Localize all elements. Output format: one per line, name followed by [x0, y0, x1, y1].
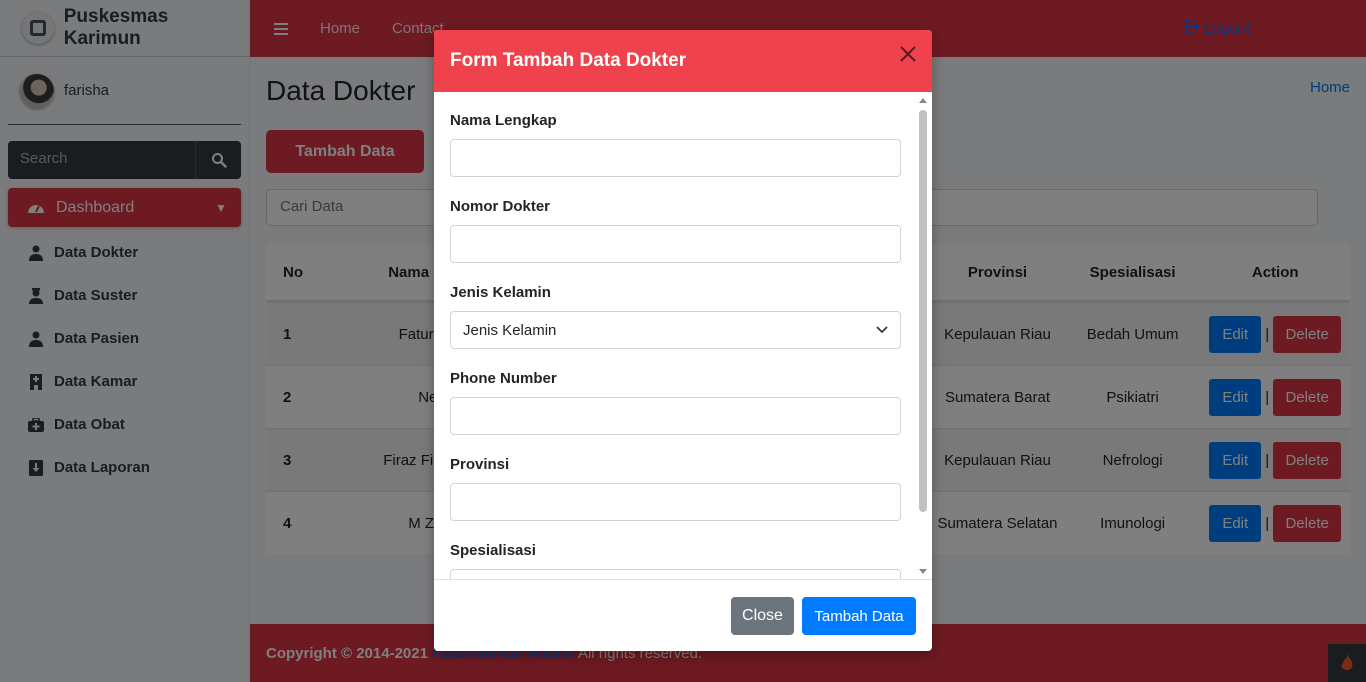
spesialisasi-label: Spesialisasi: [450, 542, 536, 559]
nama-input[interactable]: [450, 139, 901, 177]
nomor-input[interactable]: [450, 225, 901, 263]
form-group-nomor: Nomor Dokter: [450, 198, 901, 263]
close-button[interactable]: Close: [731, 597, 794, 635]
modal-footer: Close Tambah Data: [434, 581, 932, 651]
modal-title: Form Tambah Data Dokter: [450, 50, 687, 71]
jenis-kelamin-value: Jenis Kelamin: [463, 321, 557, 339]
nama-label: Nama Lengkap: [450, 112, 557, 129]
modal-scrollbar[interactable]: [917, 92, 929, 580]
form-group-provinsi: Provinsi: [450, 456, 901, 521]
chevron-down-icon: [876, 326, 888, 334]
scroll-up-icon[interactable]: [919, 98, 927, 103]
jenis-label: Jenis Kelamin: [450, 284, 551, 301]
modal-body: Nama Lengkap Nomor Dokter Jenis Kelamin …: [434, 92, 932, 580]
form-group-phone: Phone Number: [450, 370, 901, 435]
spesialisasi-input[interactable]: [450, 569, 901, 579]
jenis-kelamin-select[interactable]: Jenis Kelamin: [450, 311, 901, 349]
scroll-thumb[interactable]: [919, 110, 927, 512]
nomor-label: Nomor Dokter: [450, 198, 551, 215]
add-doctor-modal: Form Tambah Data Dokter Nama Lengkap Nom…: [434, 30, 932, 651]
provinsi-input[interactable]: [450, 483, 901, 521]
form-group-nama: Nama Lengkap: [450, 112, 901, 177]
close-icon[interactable]: [898, 44, 918, 64]
form-group-jenis: Jenis Kelamin Jenis Kelamin: [450, 284, 901, 349]
phone-label: Phone Number: [450, 370, 557, 387]
scroll-down-icon[interactable]: [919, 569, 927, 574]
provinsi-label: Provinsi: [450, 456, 510, 473]
form-group-spesialisasi: Spesialisasi: [450, 542, 901, 579]
modal-header: Form Tambah Data Dokter: [434, 30, 932, 92]
phone-input[interactable]: [450, 397, 901, 435]
submit-button[interactable]: Tambah Data: [802, 597, 916, 635]
